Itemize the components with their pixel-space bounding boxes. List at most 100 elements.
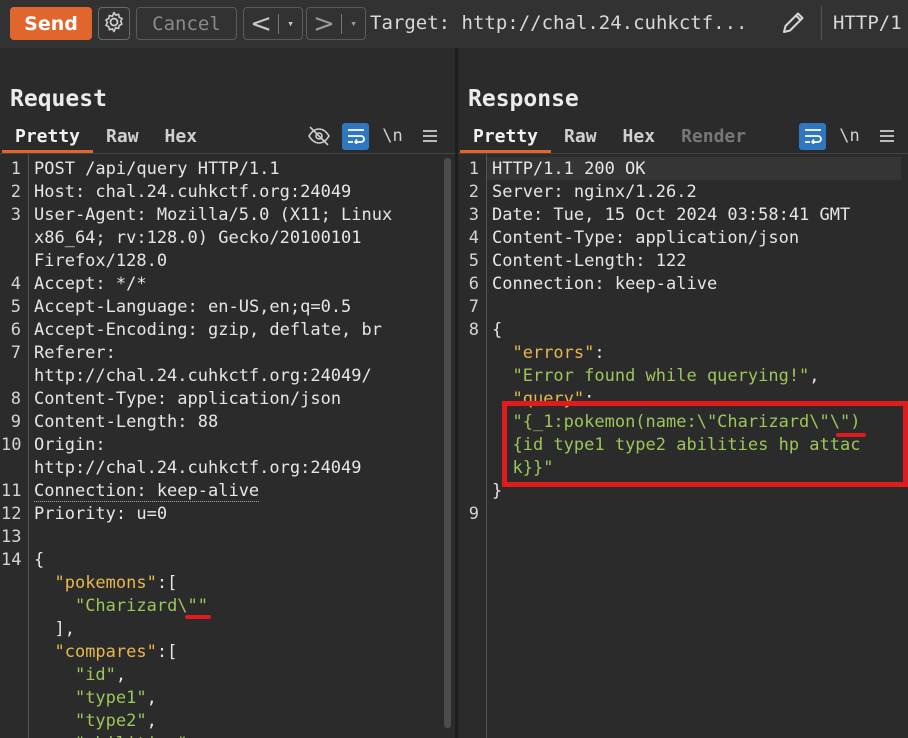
code-token: http://chal.24.cuhkctf.org:24049	[34, 458, 362, 478]
edit-target-button[interactable]	[776, 8, 812, 40]
line-number: 5	[10, 297, 21, 317]
code-token: */*	[115, 274, 147, 294]
code-line: "pokemons":[	[34, 572, 177, 595]
eye-off-icon[interactable]	[305, 123, 332, 150]
newline-toggle[interactable]: \n	[379, 123, 406, 150]
back-history-dropdown[interactable]: ▾	[279, 17, 302, 30]
line-number: 10	[1, 435, 22, 455]
code-token: Firefox/128.0	[34, 251, 168, 271]
request-pane: Request Pretty Raw Hex \n 1 POST /api/que…	[0, 48, 455, 738]
code-token: "Charizard\""	[74, 596, 209, 616]
line-number: 1	[468, 159, 479, 179]
response-tools: \n	[799, 122, 900, 150]
code-token: 122	[655, 251, 687, 271]
code-line: Accept-Encoding: gzip, deflate, br	[34, 319, 382, 342]
code-token: 88	[197, 412, 219, 432]
code-line: {	[34, 549, 44, 572]
wrap-lines-icon[interactable]	[342, 122, 369, 150]
forward-arrow-icon[interactable]: >	[307, 9, 341, 39]
code-token: "id"	[74, 665, 116, 685]
gear-icon	[102, 10, 126, 38]
forward-history-dropdown[interactable]: ▾	[342, 17, 365, 30]
wrap-lines-icon[interactable]	[799, 122, 826, 150]
annotation-underline	[185, 615, 211, 619]
code-line: http://chal.24.cuhkctf.org:24049	[34, 457, 362, 480]
code-token: ,	[146, 688, 157, 708]
tab-raw[interactable]: Raw	[551, 121, 610, 153]
code-token: application/json	[635, 228, 800, 248]
code-line: "compares":[	[34, 641, 177, 664]
code-line: Content-Type: application/json	[492, 227, 799, 250]
target-label: Target: http://chal.24.cuhkctf...	[370, 12, 748, 34]
code-token: Tue, 15 Oct 2024 03:58:41 GMT	[553, 205, 851, 225]
code-line: Accept-Language: en-US,en;q=0.5	[34, 296, 351, 319]
back-arrow-icon[interactable]: <	[244, 9, 278, 39]
line-number: 12	[1, 504, 22, 524]
hamburger-icon[interactable]	[873, 123, 900, 150]
line-number: 9	[468, 504, 479, 524]
history-forward-button[interactable]: > ▾	[306, 7, 366, 40]
code-line: http://chal.24.cuhkctf.org:24049/	[34, 365, 372, 388]
line-number: 3	[468, 205, 479, 225]
code-line: "abilities"	[34, 733, 188, 738]
code-line: Firefox/128.0	[34, 250, 167, 273]
code-token: ,	[115, 665, 127, 685]
cancel-button[interactable]: Cancel	[136, 7, 237, 40]
tab-pretty[interactable]: Pretty	[460, 121, 552, 153]
code-token: :[	[156, 642, 178, 662]
line-number: 2	[10, 182, 21, 202]
code-line: x86_64; rv:128.0) Gecko/20100101	[34, 227, 362, 250]
code-line: Server: nginx/1.26.2	[492, 181, 697, 204]
newline-toggle[interactable]: \n	[836, 123, 863, 150]
code-token: :[	[156, 573, 178, 593]
history-back-button[interactable]: < ▾	[243, 7, 303, 40]
code-token: "pokemons"	[54, 573, 157, 593]
line-number: 1	[10, 159, 21, 179]
line-number: 4	[10, 274, 21, 294]
code-line: Content-Type: application/json	[34, 388, 341, 411]
code-line: Origin:	[34, 434, 116, 457]
code-token: http://chal.24.cuhkctf.org:24049/	[34, 366, 372, 386]
code-token: Accept-Language:	[34, 297, 208, 317]
code-token: Content-Type:	[492, 228, 636, 248]
send-button[interactable]: Send	[10, 7, 92, 40]
code-token: Origin:	[34, 435, 116, 455]
line-number: 8	[10, 389, 21, 409]
line-number: 13	[1, 527, 22, 547]
code-token: Accept:	[34, 274, 116, 294]
code-line: }	[492, 480, 502, 503]
line-number: 6	[468, 274, 479, 294]
hamburger-icon[interactable]	[416, 123, 443, 150]
code-token: HTTP/1.1 200 OK	[492, 159, 646, 179]
line-number: 3	[10, 205, 21, 225]
code-token: ,	[809, 366, 820, 386]
code-token: "abilities"	[75, 734, 188, 738]
code-token: "Error found while querying!"	[512, 366, 810, 386]
settings-button[interactable]	[98, 7, 130, 40]
tab-hex[interactable]: Hex	[610, 121, 669, 153]
code-line: "id",	[34, 664, 126, 687]
tab-render[interactable]: Render	[668, 121, 759, 153]
code-line: Accept: */*	[34, 273, 147, 296]
tab-raw[interactable]: Raw	[93, 121, 152, 153]
code-token: "compares"	[54, 642, 157, 662]
tab-hex[interactable]: Hex	[152, 121, 211, 153]
code-token: POST /api/query HTTP/1.1	[34, 159, 280, 179]
code-token: chal.24.cuhkctf.org:24049	[95, 182, 352, 202]
code-token: "type1"	[74, 688, 147, 708]
tab-pretty[interactable]: Pretty	[2, 121, 94, 153]
code-token: Connection:	[492, 274, 615, 294]
code-line: "errors":	[492, 342, 604, 365]
code-line: POST /api/query HTTP/1.1	[34, 158, 280, 181]
code-line: "Error found while querying!",	[492, 365, 820, 388]
code-token: Host:	[34, 182, 96, 202]
protocol-selector[interactable]: HTTP/1	[833, 12, 902, 34]
code-token: Connection: keep-alive	[34, 481, 260, 502]
code-line: "type2",	[34, 710, 157, 733]
request-tabs: Pretty Raw Hex	[2, 121, 210, 153]
request-scrollbar[interactable]	[444, 158, 451, 728]
